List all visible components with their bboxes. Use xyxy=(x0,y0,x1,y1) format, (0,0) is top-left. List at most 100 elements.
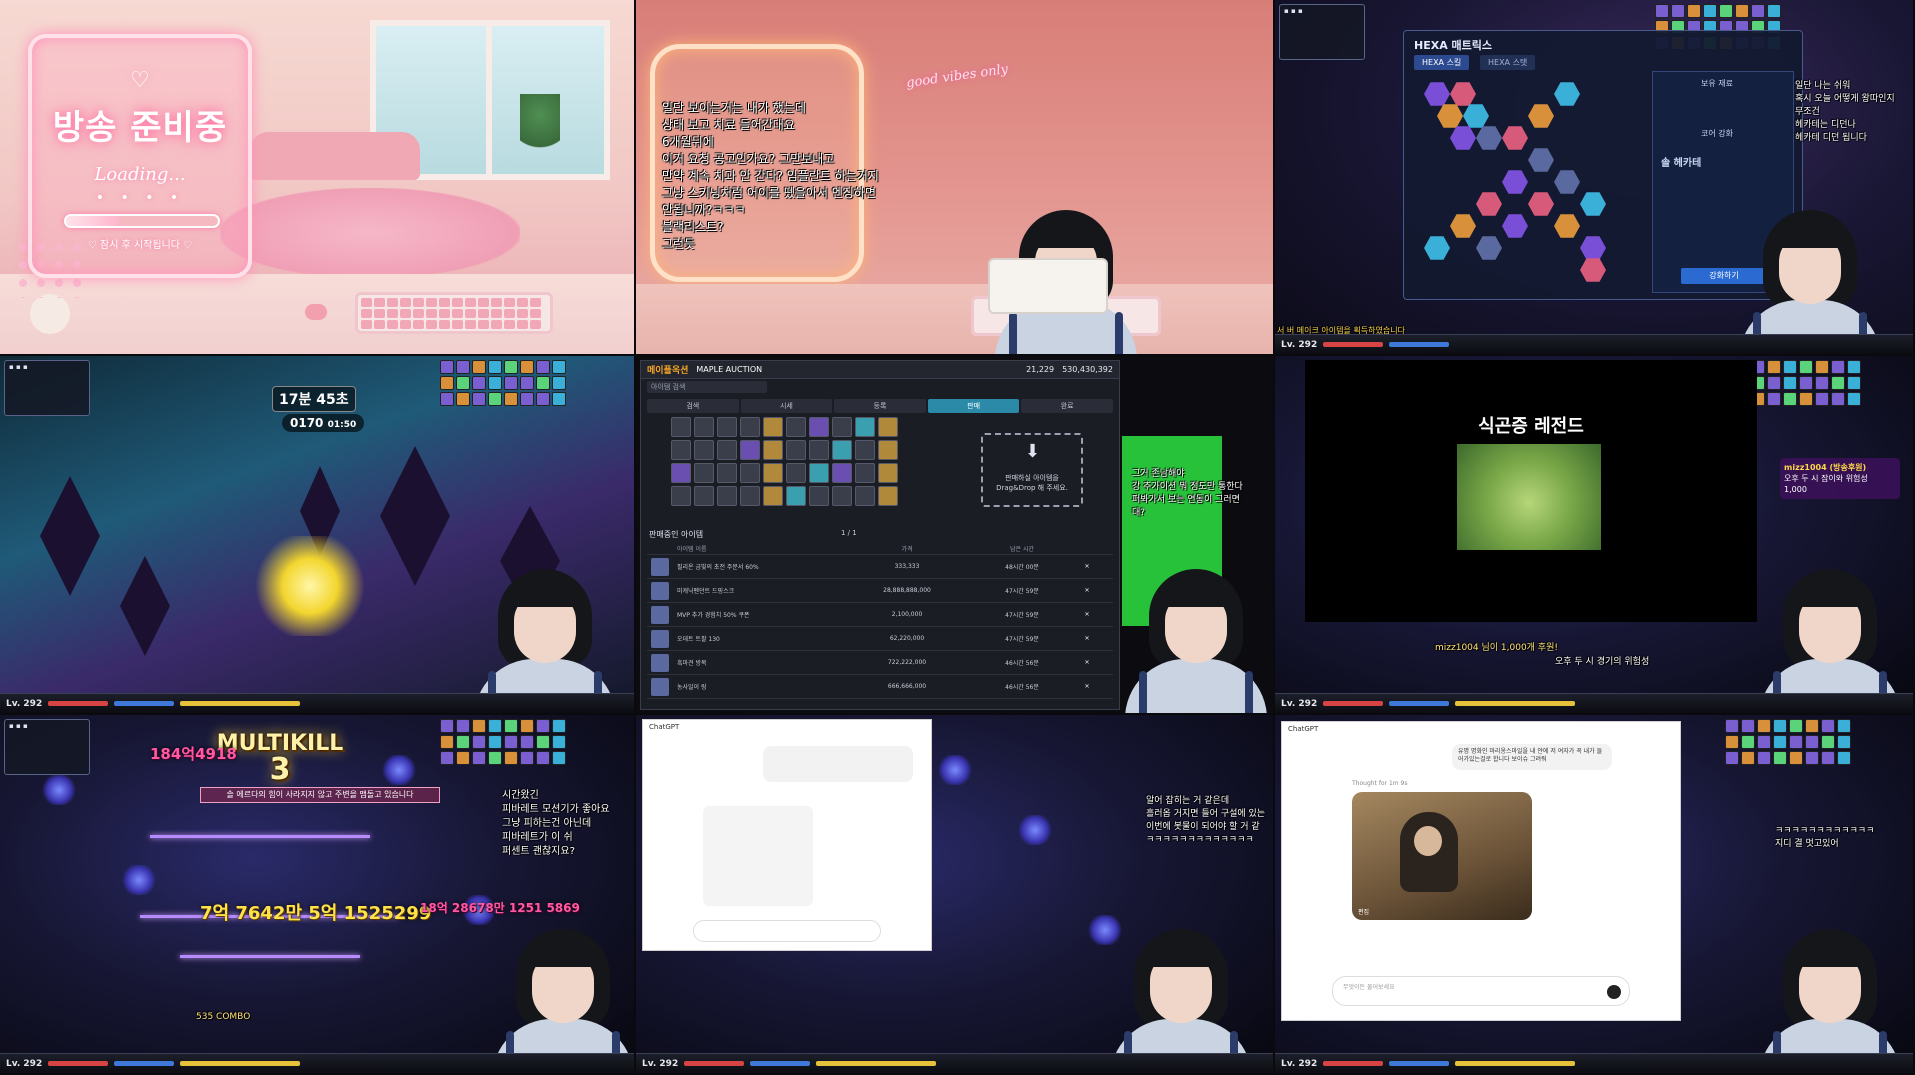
skill-icon[interactable] xyxy=(456,360,470,374)
hexa-node[interactable] xyxy=(1502,214,1528,238)
hexa-node[interactable] xyxy=(1528,104,1554,128)
minimap[interactable]: ▪ ▪ ▪ xyxy=(4,360,90,416)
skill-icon[interactable] xyxy=(536,376,550,390)
hexa-node[interactable] xyxy=(1437,104,1463,128)
inventory-slot[interactable] xyxy=(717,417,737,437)
inventory-slot[interactable] xyxy=(855,417,875,437)
inventory-slot[interactable] xyxy=(809,440,829,460)
auction-search[interactable]: 아이템 검색 xyxy=(641,379,1119,395)
skill-icon[interactable] xyxy=(1735,4,1749,18)
skill-icon[interactable] xyxy=(1789,735,1803,749)
close-icon[interactable]: ✕ xyxy=(1077,563,1097,570)
skill-icon[interactable] xyxy=(552,360,566,374)
skill-icon[interactable] xyxy=(1725,751,1739,765)
skill-icon[interactable] xyxy=(1741,735,1755,749)
minimap[interactable]: ▪ ▪ ▪ xyxy=(1279,4,1365,60)
skill-icon[interactable] xyxy=(504,360,518,374)
skill-icon[interactable] xyxy=(1751,4,1765,18)
skill-icon[interactable] xyxy=(536,735,550,749)
hexa-node[interactable] xyxy=(1554,82,1580,106)
skill-icon[interactable] xyxy=(520,376,534,390)
auction-tab[interactable]: 판매 xyxy=(927,399,1020,413)
inventory-slot[interactable] xyxy=(694,486,714,506)
inventory-slot[interactable] xyxy=(786,440,806,460)
inventory-slot[interactable] xyxy=(740,417,760,437)
hexa-node-map[interactable] xyxy=(1414,71,1644,293)
skill-icon[interactable] xyxy=(456,751,470,765)
inventory-slot[interactable] xyxy=(671,463,691,483)
skill-icon[interactable] xyxy=(1671,4,1685,18)
auction-tab[interactable]: 검색 xyxy=(647,399,739,413)
generated-image[interactable]: 편집 xyxy=(1352,792,1532,920)
skill-icon[interactable] xyxy=(552,719,566,733)
chat-input[interactable]: 무엇이든 물어보세요 xyxy=(1332,976,1630,1006)
skill-icon[interactable] xyxy=(1773,719,1787,733)
inventory-slot[interactable] xyxy=(717,463,737,483)
skill-icon[interactable] xyxy=(1783,360,1797,374)
skill-icon[interactable] xyxy=(1815,392,1829,406)
inventory-slot[interactable] xyxy=(809,463,829,483)
skill-icon[interactable] xyxy=(504,751,518,765)
hexa-node[interactable] xyxy=(1502,126,1528,150)
auction-tabs[interactable]: 검색 시세 등록 판매 완료 xyxy=(641,395,1119,417)
chat-input[interactable] xyxy=(693,920,881,942)
inventory-grid[interactable] xyxy=(671,417,898,506)
inventory-slot[interactable] xyxy=(786,486,806,506)
close-icon[interactable]: ✕ xyxy=(1077,659,1097,666)
skill-icon[interactable] xyxy=(1831,360,1845,374)
skill-icon[interactable] xyxy=(520,719,534,733)
skill-icon[interactable] xyxy=(520,735,534,749)
skill-icon[interactable] xyxy=(1847,360,1861,374)
chatgpt-window[interactable]: ChatGPT xyxy=(642,719,932,951)
skill-icon[interactable] xyxy=(1837,751,1851,765)
skill-icon[interactable] xyxy=(488,360,502,374)
hexa-node[interactable] xyxy=(1528,148,1554,172)
close-icon[interactable]: ✕ xyxy=(1077,683,1097,690)
skill-icon[interactable] xyxy=(1725,719,1739,733)
hexa-node[interactable] xyxy=(1554,170,1580,194)
skill-icon[interactable] xyxy=(488,376,502,390)
skill-icon[interactable] xyxy=(440,735,454,749)
skill-icon[interactable] xyxy=(456,392,470,406)
skill-icon[interactable] xyxy=(552,392,566,406)
minimap[interactable]: ▪ ▪ ▪ xyxy=(4,719,90,775)
skill-icon[interactable] xyxy=(504,376,518,390)
auction-tab[interactable]: 등록 xyxy=(834,399,926,413)
hexa-node[interactable] xyxy=(1463,104,1489,128)
skill-icon[interactable] xyxy=(488,719,502,733)
inventory-slot[interactable] xyxy=(855,440,875,460)
hexa-node[interactable] xyxy=(1476,192,1502,216)
skill-icon[interactable] xyxy=(536,719,550,733)
close-icon[interactable]: ✕ xyxy=(1077,611,1097,618)
skill-icon[interactable] xyxy=(1847,392,1861,406)
skill-icon[interactable] xyxy=(456,719,470,733)
inventory-slot[interactable] xyxy=(878,440,898,460)
inventory-slot[interactable] xyxy=(694,440,714,460)
skill-icon[interactable] xyxy=(472,360,486,374)
hexa-node[interactable] xyxy=(1476,236,1502,260)
skill-icon[interactable] xyxy=(1783,392,1797,406)
skill-icon[interactable] xyxy=(536,392,550,406)
skill-icon[interactable] xyxy=(1767,360,1781,374)
skill-icon[interactable] xyxy=(1821,751,1835,765)
inventory-slot[interactable] xyxy=(786,463,806,483)
skill-icon[interactable] xyxy=(552,751,566,765)
inventory-slot[interactable] xyxy=(717,440,737,460)
skill-icon[interactable] xyxy=(456,735,470,749)
hexa-node[interactable] xyxy=(1476,126,1502,150)
auction-tab[interactable]: 시세 xyxy=(740,399,833,413)
skill-icon[interactable] xyxy=(440,392,454,406)
inventory-slot[interactable] xyxy=(694,417,714,437)
skill-icon[interactable] xyxy=(1783,376,1797,390)
skill-icon[interactable] xyxy=(1821,735,1835,749)
skill-icon[interactable] xyxy=(1805,751,1819,765)
skill-icon[interactable] xyxy=(440,376,454,390)
skill-icon[interactable] xyxy=(488,392,502,406)
table-row[interactable]: 미캐닉펜던트 드핑스크 28,888,888,000 47시간 59분 ✕ xyxy=(647,579,1113,603)
skill-icon[interactable] xyxy=(488,751,502,765)
inventory-slot[interactable] xyxy=(832,440,852,460)
hexa-node[interactable] xyxy=(1424,82,1450,106)
maple-auction-window[interactable]: 메이플옥션 MAPLE AUCTION 21,229 530,430,392 아… xyxy=(640,360,1120,710)
skill-icon[interactable] xyxy=(536,751,550,765)
skill-icon[interactable] xyxy=(1815,376,1829,390)
